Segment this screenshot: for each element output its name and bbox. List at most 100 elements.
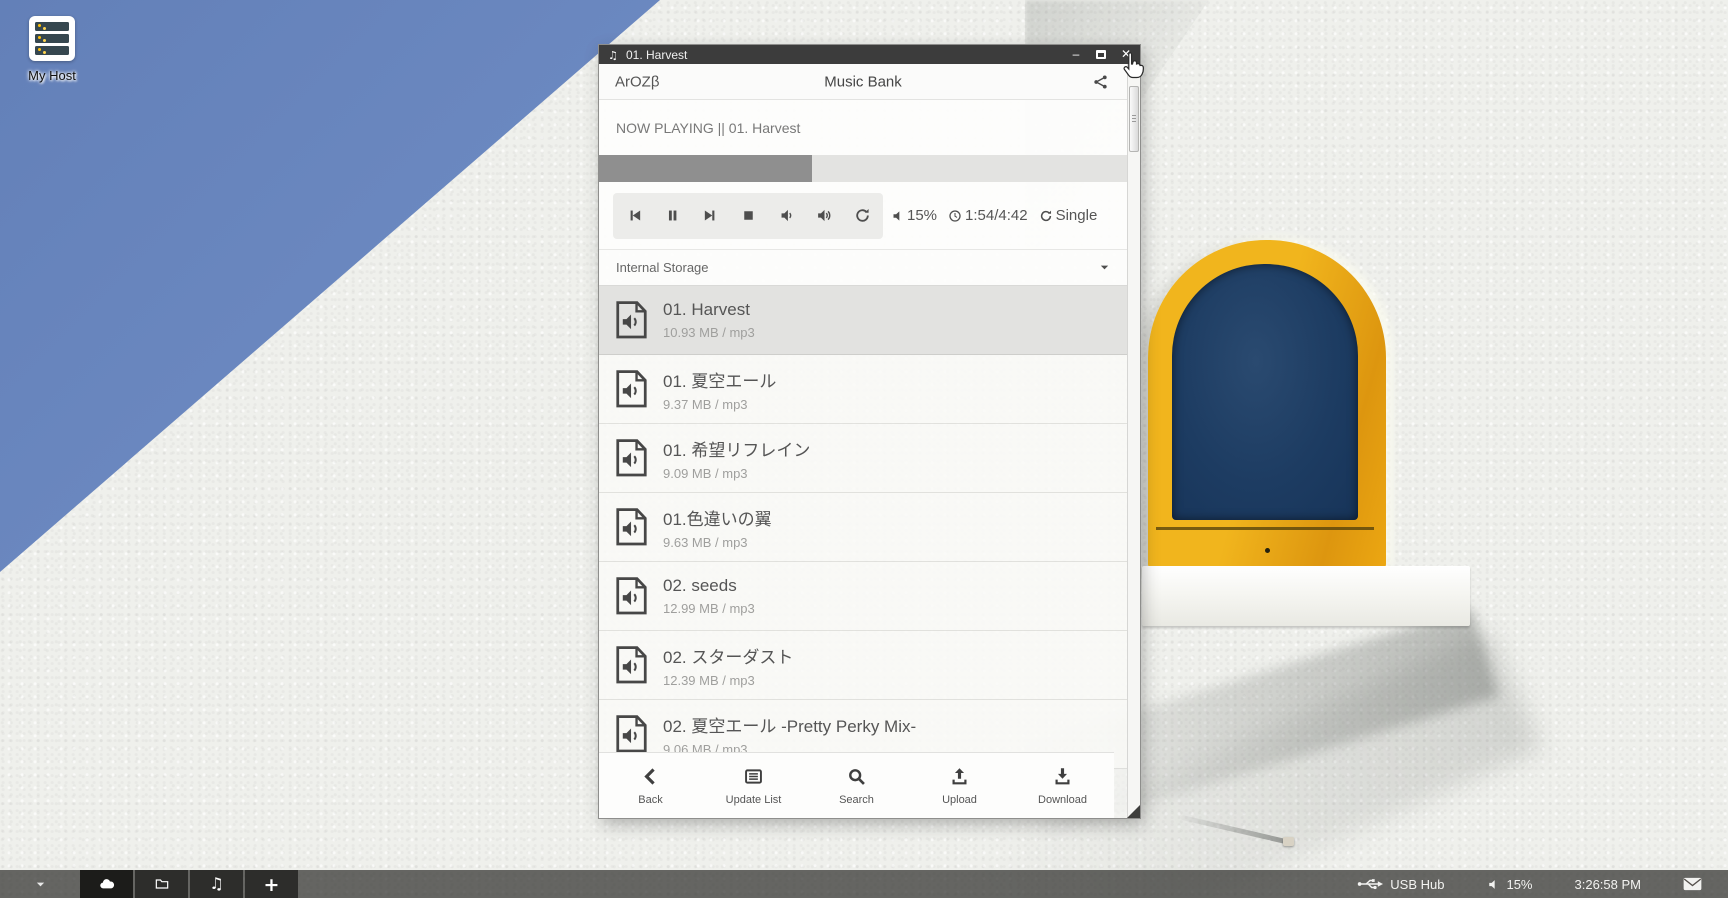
app-header: ArOZβ Music Bank [599, 64, 1127, 100]
page-title: Music Bank [824, 73, 902, 90]
storage-select-value: Internal Storage [616, 260, 709, 275]
app-footer-toolbar: Back Update List Search Upload Download [599, 752, 1114, 818]
taskbar-cloud-button[interactable] [80, 870, 133, 898]
taskbar-music-button[interactable]: ♫ [190, 870, 243, 898]
minimize-button[interactable]: – [1068, 45, 1084, 64]
stop-button[interactable] [729, 193, 767, 239]
repeat-icon [854, 207, 871, 224]
scrollbar-thumb[interactable] [1129, 86, 1139, 152]
back-button[interactable]: Back [599, 753, 702, 818]
playmode-indicator[interactable]: Single [1039, 207, 1098, 224]
magnifier-icon [846, 766, 867, 787]
track-list-item[interactable]: 01. Harvest 10.93 MB / mp3 [599, 286, 1127, 355]
skip-next-icon [702, 207, 719, 224]
track-list: 01. Harvest 10.93 MB / mp3 01. 夏空エール 9.3… [599, 286, 1127, 769]
track-list-item[interactable]: 02. seeds 12.99 MB / mp3 [599, 562, 1127, 631]
volume-value: 15% [907, 207, 937, 224]
pause-icon [664, 207, 681, 224]
share-icon[interactable] [1092, 73, 1109, 90]
taskbar-menu-button[interactable] [0, 870, 80, 898]
chevron-left-icon [640, 766, 661, 787]
window-scrollbar[interactable] [1127, 64, 1140, 818]
taskbar-volume-label: 15% [1506, 877, 1532, 892]
track-meta: 12.39 MB / mp3 [663, 673, 793, 688]
track-title: 01. Harvest [663, 300, 755, 320]
list-icon [743, 766, 764, 787]
time-value: 1:54/4:42 [965, 207, 1028, 224]
playmode-value: Single [1056, 207, 1098, 224]
mail-icon[interactable] [1683, 877, 1702, 891]
close-button[interactable]: ✕ [1118, 45, 1134, 64]
usb-label: USB Hub [1390, 877, 1444, 892]
app-body: ArOZβ Music Bank NOW PLAYING || 01. Harv… [599, 64, 1127, 818]
server-icon [29, 16, 75, 61]
track-list-item[interactable]: 01. 希望リフレイン 9.09 MB / mp3 [599, 424, 1127, 493]
music-note-icon: ♫ [608, 48, 620, 61]
taskbar-apps: ♫ + [80, 870, 298, 898]
upload-icon [949, 766, 970, 787]
track-meta: 9.63 MB / mp3 [663, 535, 772, 550]
seek-bar[interactable] [599, 155, 1127, 182]
pause-button[interactable] [653, 193, 691, 239]
desktop-icon-label: My Host [16, 68, 88, 83]
search-button[interactable]: Search [805, 753, 908, 818]
audio-file-icon [615, 576, 648, 616]
volume-down-button[interactable] [767, 193, 805, 239]
clock-icon [948, 209, 962, 223]
caret-down-icon [1099, 262, 1110, 273]
window-titlebar[interactable]: ♫ 01. Harvest – ✕ [599, 45, 1140, 64]
taskbar: ♫ + USB Hub 15% 3:26:58 PM [0, 870, 1728, 898]
track-list-item[interactable]: 01.色違いの翼 9.63 MB / mp3 [599, 493, 1127, 562]
repeat-button[interactable] [843, 193, 881, 239]
seek-bar-fill [599, 155, 812, 182]
plus-icon: + [263, 876, 281, 892]
storage-select[interactable]: Internal Storage [599, 250, 1127, 286]
volume-indicator-icon [890, 209, 904, 223]
maximize-icon [1096, 50, 1106, 59]
volume-up-button[interactable] [805, 193, 843, 239]
photo-arched-window [1148, 240, 1386, 570]
volume-indicator: 15% [890, 207, 937, 224]
desktop-icon-my-host[interactable]: My Host [16, 16, 88, 83]
audio-file-icon [615, 714, 648, 754]
time-indicator: 1:54/4:42 [948, 207, 1028, 224]
usb-status: USB Hub [1357, 877, 1444, 892]
music-note-icon: ♫ [208, 876, 226, 892]
now-playing-bar: NOW PLAYING || 01. Harvest [599, 100, 1127, 155]
taskbar-add-button[interactable]: + [245, 870, 298, 898]
volume-status: 15% [1486, 877, 1532, 892]
folder-icon [153, 876, 171, 892]
player-button-group [613, 193, 883, 239]
repeat-mode-icon [1039, 209, 1053, 223]
taskbar-status-area: USB Hub 15% 3:26:58 PM [1357, 870, 1728, 898]
player-controls-row: 15% 1:54/4:42 Single [599, 182, 1127, 250]
audio-file-icon [615, 645, 648, 685]
skip-next-button[interactable] [691, 193, 729, 239]
usb-icon [1357, 877, 1383, 891]
download-button[interactable]: Download [1011, 753, 1114, 818]
track-title: 01.色違いの翼 [663, 505, 772, 530]
clock-label: 3:26:58 PM [1575, 877, 1642, 892]
update-list-button[interactable]: Update List [702, 753, 805, 818]
volume-up-icon [816, 207, 833, 224]
caret-down-icon [35, 879, 46, 890]
clock: 3:26:58 PM [1575, 877, 1642, 892]
photo-window-sill [1142, 566, 1470, 626]
track-list-item[interactable]: 01. 夏空エール 9.37 MB / mp3 [599, 355, 1127, 424]
download-icon [1052, 766, 1073, 787]
window-resize-handle[interactable] [1127, 805, 1140, 818]
audio-file-icon [615, 438, 648, 478]
skip-previous-button[interactable] [615, 193, 653, 239]
upload-button[interactable]: Upload [908, 753, 1011, 818]
track-title: 02. 夏空エール -Pretty Perky Mix- [663, 712, 916, 737]
taskbar-files-button[interactable] [135, 870, 188, 898]
window-title: 01. Harvest [626, 48, 1059, 62]
track-meta: 12.99 MB / mp3 [663, 601, 755, 616]
track-title: 02. スターダスト [663, 643, 793, 668]
track-list-item[interactable]: 02. スターダスト 12.39 MB / mp3 [599, 631, 1127, 700]
track-title: 01. 夏空エール [663, 367, 776, 392]
cloud-icon [98, 876, 116, 892]
track-meta: 9.09 MB / mp3 [663, 466, 810, 481]
speaker-icon [1486, 878, 1499, 891]
maximize-button[interactable] [1093, 45, 1109, 64]
